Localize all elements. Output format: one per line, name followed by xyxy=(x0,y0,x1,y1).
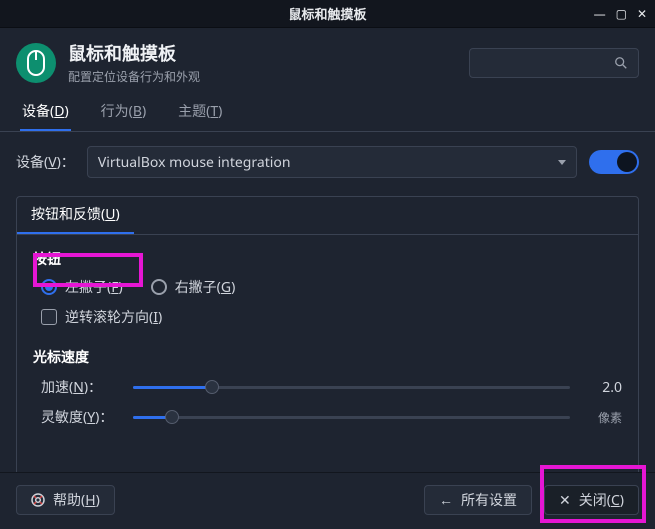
device-row: 设备(V)： VirtualBox mouse integration xyxy=(16,146,639,178)
handedness-radio-group: 左撇子(F) 右撇子(G) xyxy=(41,277,622,297)
sensitivity-label: 灵敏度(Y)： xyxy=(41,407,121,427)
help-button[interactable]: 帮助(H) xyxy=(16,485,115,515)
all-settings-label: 所有设置 xyxy=(461,490,517,510)
footer: 帮助(H) ← 所有设置 ✕ 关闭(C) xyxy=(0,472,655,529)
section-tab-buttons-feedback[interactable]: 按钮和反馈(U) xyxy=(17,196,134,234)
page-title: 鼠标和触摸板 xyxy=(68,40,200,66)
close-icon: ✕ xyxy=(559,491,571,510)
body: 设备(V)： VirtualBox mouse integration 按钮和反… xyxy=(0,132,655,476)
device-enable-toggle[interactable] xyxy=(589,150,639,174)
buttons-heading: 按钮 xyxy=(33,249,622,269)
arrow-left-icon: ← xyxy=(439,491,453,510)
header-text: 鼠标和触摸板 配置定位设备行为和外观 xyxy=(68,40,200,85)
checkbox-icon xyxy=(41,309,57,325)
mouse-icon xyxy=(16,43,56,83)
search-icon xyxy=(614,56,628,70)
radio-disc-icon xyxy=(41,279,57,295)
section-tab-row: 按钮和反馈(U) xyxy=(17,196,638,235)
close-window-button[interactable]: ✕ xyxy=(637,5,647,22)
acceleration-value: 2.0 xyxy=(582,378,622,397)
lifebuoy-icon xyxy=(31,493,45,507)
tab-devices[interactable]: 设备(D) xyxy=(20,95,71,131)
window-title: 鼠标和触摸板 xyxy=(288,4,366,23)
close-button[interactable]: ✕ 关闭(C) xyxy=(544,485,639,515)
maximize-button[interactable]: ▢ xyxy=(616,5,627,22)
titlebar: 鼠标和触摸板 — ▢ ✕ xyxy=(0,0,655,28)
toggle-knob xyxy=(617,152,637,172)
radio-left-handed[interactable]: 左撇子(F) xyxy=(41,277,123,297)
acceleration-slider[interactable] xyxy=(133,377,570,397)
device-combobox[interactable]: VirtualBox mouse integration xyxy=(87,146,577,178)
buttons-feedback-section: 按钮和反馈(U) 按钮 左撇子(F) 右撇子(G) 逆转滚轮方向(I) 光标速度… xyxy=(16,196,639,476)
pointer-speed-heading: 光标速度 xyxy=(33,347,622,367)
acceleration-label: 加速(N)： xyxy=(41,377,121,397)
window-controls: — ▢ ✕ xyxy=(594,5,647,22)
minimize-button[interactable]: — xyxy=(594,5,606,22)
tab-theme[interactable]: 主题(T) xyxy=(176,95,224,131)
page-subtitle: 配置定位设备行为和外观 xyxy=(68,68,200,85)
all-settings-button[interactable]: ← 所有设置 xyxy=(424,485,532,515)
search-input[interactable] xyxy=(469,48,639,78)
acceleration-row: 加速(N)： 2.0 xyxy=(41,377,622,397)
device-selected: VirtualBox mouse integration xyxy=(98,153,291,172)
device-label: 设备(V)： xyxy=(16,152,75,172)
header: 鼠标和触摸板 配置定位设备行为和外观 xyxy=(0,28,655,95)
tab-behavior[interactable]: 行为(B) xyxy=(99,95,149,131)
radio-disc-icon xyxy=(151,279,167,295)
radio-right-handed[interactable]: 右撇子(G) xyxy=(151,277,236,297)
sensitivity-slider[interactable] xyxy=(133,407,570,427)
reverse-scroll-checkbox[interactable]: 逆转滚轮方向(I) xyxy=(41,307,622,327)
tab-bar: 设备(D) 行为(B) 主题(T) xyxy=(0,95,655,132)
sensitivity-row: 灵敏度(Y)： 像素 xyxy=(41,407,622,427)
sensitivity-value: 像素 xyxy=(582,409,622,426)
chevron-down-icon xyxy=(558,160,566,165)
